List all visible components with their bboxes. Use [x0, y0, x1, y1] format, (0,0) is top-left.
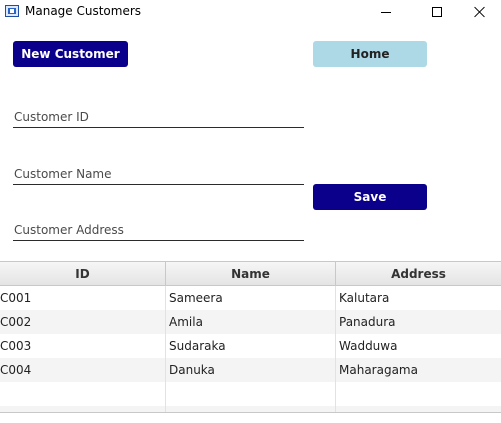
- customer-address-field[interactable]: [13, 219, 304, 241]
- maximize-button[interactable]: [414, 0, 460, 24]
- table-row[interactable]: C003 Sudaraka Wadduwa: [0, 334, 501, 358]
- cell-id: C004: [0, 358, 166, 382]
- title-bar: Manage Customers: [0, 0, 501, 24]
- cell-name: Sameera: [166, 286, 336, 310]
- cell-address: Wadduwa: [339, 339, 398, 353]
- column-header-address[interactable]: Address: [336, 262, 501, 286]
- cell-id: C001: [0, 286, 166, 310]
- minimize-button[interactable]: [363, 0, 409, 24]
- customer-name-field[interactable]: [13, 163, 304, 185]
- table-header: ID Name Address: [0, 262, 501, 286]
- maximize-icon: [432, 7, 442, 17]
- close-button[interactable]: [457, 0, 501, 24]
- window-title: Manage Customers: [25, 4, 142, 18]
- empty-table-row: [0, 382, 501, 406]
- cell-address: Maharagama: [339, 363, 418, 377]
- table-row[interactable]: C001 Sameera Kalutara: [0, 286, 501, 310]
- cell-id: C002: [0, 310, 166, 334]
- new-customer-button[interactable]: New Customer: [13, 41, 128, 67]
- cell-address: Panadura: [339, 315, 396, 329]
- empty-cell: [336, 382, 501, 406]
- cell-address: Kalutara: [339, 291, 390, 305]
- cell-name: Amila: [166, 310, 336, 334]
- close-icon: [474, 6, 486, 18]
- save-button[interactable]: Save: [313, 184, 427, 210]
- column-header-name[interactable]: Name: [166, 262, 336, 286]
- empty-table-row: [0, 406, 501, 412]
- customer-id-field[interactable]: [13, 106, 304, 128]
- cell-name: Danuka: [166, 358, 336, 382]
- table-row[interactable]: C002 Amila Panadura: [0, 310, 501, 334]
- empty-cell: [0, 406, 166, 412]
- empty-cell: [166, 406, 336, 412]
- empty-cell: [336, 406, 501, 412]
- table-row[interactable]: C004 Danuka Maharagama: [0, 358, 501, 382]
- cell-id: C003: [0, 334, 166, 358]
- minimize-icon: [381, 11, 391, 13]
- app-icon: [5, 5, 19, 17]
- empty-cell: [166, 382, 336, 406]
- home-button[interactable]: Home: [313, 41, 427, 67]
- column-header-id[interactable]: ID: [0, 262, 166, 286]
- empty-cell: [0, 382, 166, 406]
- cell-name: Sudaraka: [166, 334, 336, 358]
- customer-table[interactable]: ID Name Address C001 Sameera Kalutara C0…: [0, 261, 501, 413]
